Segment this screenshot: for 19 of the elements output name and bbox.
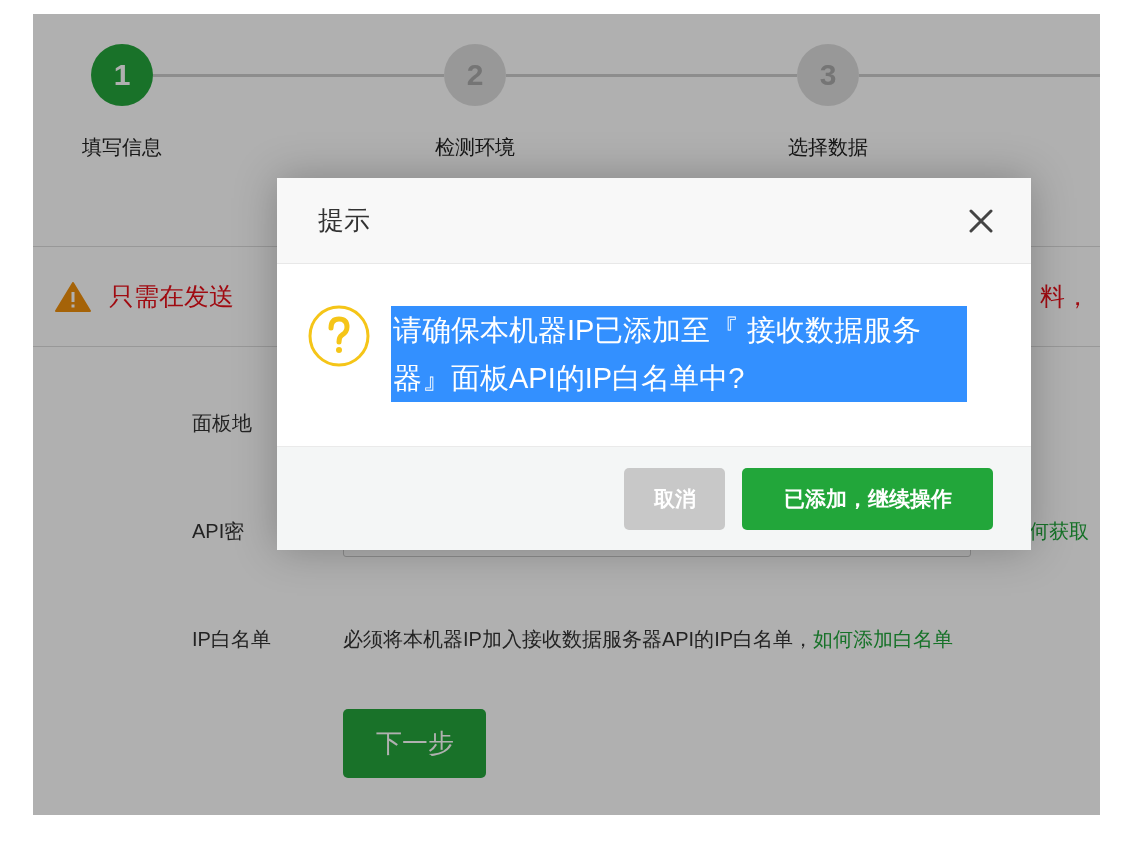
close-icon[interactable] — [969, 208, 993, 233]
warning-icon — [55, 281, 91, 312]
field-label: IP白名单 — [192, 626, 272, 652]
help-link[interactable]: 何获取 — [1029, 517, 1089, 545]
step-label: 检测环境 — [434, 135, 516, 160]
step-label: 填写信息 — [81, 135, 163, 160]
step-number: 1 — [91, 44, 153, 106]
dialog-title: 提示 — [318, 204, 370, 237]
next-button[interactable]: 下一步 — [343, 709, 486, 778]
warning-text: 只需在发送 — [109, 281, 234, 312]
hint-text: 必须将本机器IP加入接收数据服务器API的IP白名单， — [343, 626, 814, 652]
warning-text: 料， — [1040, 281, 1090, 312]
dialog-message: 请确保本机器IP已添加至『 接收数据服务器』面板API的IP白名单中? — [391, 306, 967, 402]
step-label: 选择数据 — [787, 135, 869, 160]
help-link[interactable]: 如何添加白名单 — [813, 625, 954, 653]
confirm-button[interactable]: 已添加，继续操作 — [742, 467, 993, 530]
field-label: API密 — [192, 518, 246, 544]
field-label: 面板地 — [192, 410, 253, 436]
question-icon — [307, 304, 371, 368]
